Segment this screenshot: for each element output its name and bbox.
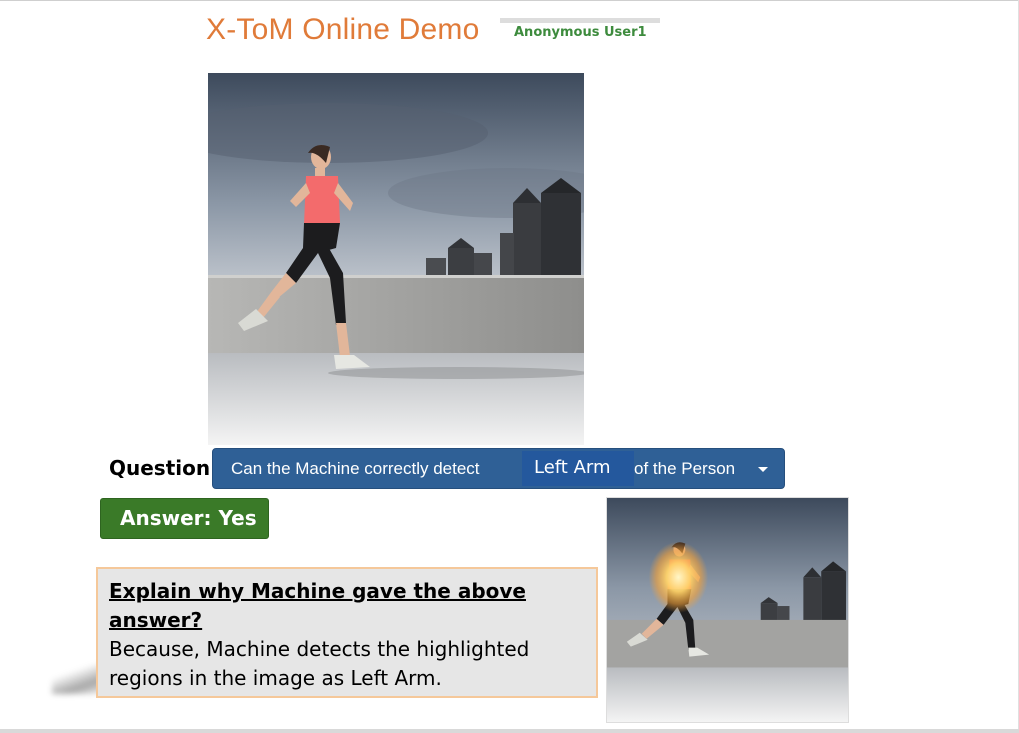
top-border: [0, 0, 1019, 1]
runner-photo: [208, 73, 584, 445]
question-label-text: Question: [109, 456, 211, 480]
question-suffix: of the Person: [634, 459, 736, 478]
explanation-image: [606, 497, 849, 723]
bottom-border: [0, 729, 1019, 733]
attention-highlight: [648, 541, 709, 613]
explanation-line-1: Because, Machine detects the highlighted: [109, 637, 530, 661]
question-label: Question:: [109, 456, 217, 480]
user-badge[interactable]: Anonymous User1: [500, 18, 660, 42]
explanation-line-2: regions in the image as Left Arm.: [109, 666, 442, 690]
answer-badge[interactable]: Answer: Yes: [100, 498, 269, 539]
callout-shadow: [52, 664, 102, 694]
body-part-select[interactable]: Left Arm: [522, 451, 634, 486]
input-image: [208, 73, 584, 445]
question-prefix: Can the Machine correctly detect: [231, 459, 480, 478]
question-dropdown[interactable]: Can the Machine correctly detect Left Ar…: [212, 448, 785, 489]
app-title: X-ToM Online Demo: [206, 13, 480, 46]
highlighted-runner-photo: [607, 498, 848, 722]
chevron-down-icon[interactable]: [758, 467, 768, 472]
explanation-heading: Explain why Machine gave the above answe…: [109, 579, 526, 632]
explanation-box: Explain why Machine gave the above answe…: [96, 567, 598, 698]
